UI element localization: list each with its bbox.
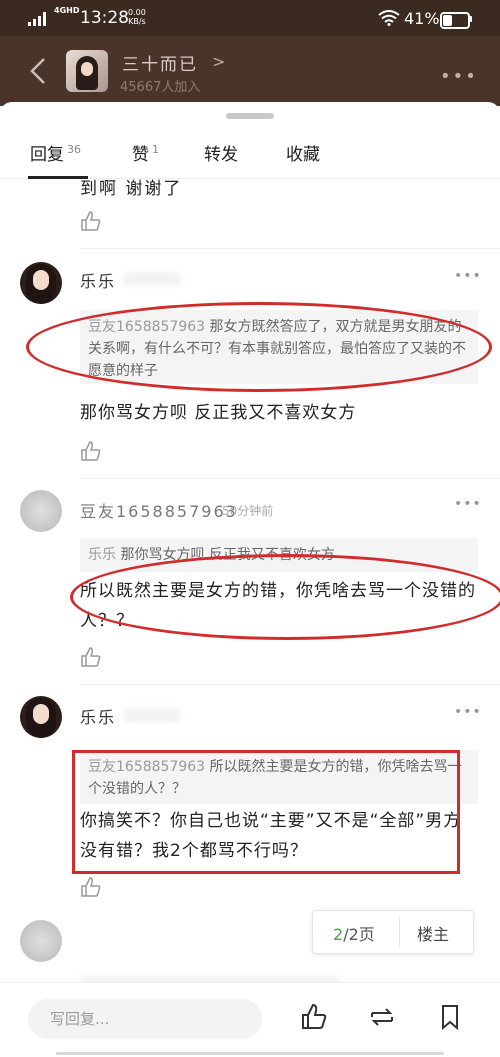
bookmark-icon[interactable] (436, 1003, 464, 1031)
tab-likes[interactable]: 赞1 (132, 140, 159, 165)
more-icon[interactable]: ••• (454, 268, 482, 284)
highlight-ellipse (70, 554, 500, 640)
like-icon[interactable] (80, 440, 102, 462)
highlight-ellipse (26, 302, 492, 392)
more-icon[interactable]: ••• (454, 704, 482, 720)
network-type: 4GHD (54, 6, 80, 15)
battery-percent: 41% (404, 9, 440, 28)
net-speed: 0.00 KB/s (128, 8, 146, 26)
like-icon[interactable] (80, 210, 102, 232)
tab-replies[interactable]: 回复 36 (30, 140, 81, 165)
tab-favorites[interactable]: 收藏 (286, 140, 320, 165)
group-avatar[interactable] (66, 50, 108, 92)
comment-username[interactable]: 乐乐 (80, 268, 116, 292)
status-bar: 4GHD 13:28 0.00 KB/s 41% (0, 0, 500, 36)
avatar[interactable] (20, 262, 62, 304)
more-icon[interactable]: ••• (454, 496, 482, 512)
chevron-right-icon[interactable]: > (212, 52, 225, 71)
signal-icon (28, 12, 46, 26)
owner-only-button[interactable]: 楼主 (417, 921, 449, 945)
home-indicator (56, 1052, 444, 1055)
comment-username[interactable]: 豆友1658857963 (80, 498, 238, 522)
page-indicator[interactable]: 2/2页 (333, 921, 375, 945)
group-name[interactable]: 三十而已 (122, 50, 198, 75)
comment-username[interactable]: 乐乐 (80, 704, 116, 728)
active-tab-indicator (28, 176, 88, 179)
drag-handle[interactable] (226, 113, 274, 119)
like-icon[interactable] (300, 1003, 328, 1031)
comments-sheet: 回复 36 赞1 转发 收藏 到啊 谢谢了 乐乐 ••• 豆友1658857963… (0, 102, 500, 1056)
repost-icon[interactable] (368, 1003, 396, 1031)
comment-time: 50分钟前 (222, 504, 274, 518)
avatar[interactable] (20, 696, 62, 738)
highlight-box (72, 750, 460, 874)
like-icon[interactable] (80, 646, 102, 668)
more-icon[interactable]: ••• (440, 66, 478, 87)
avatar[interactable] (20, 920, 62, 962)
tab-bar: 回复 36 赞1 转发 收藏 (0, 128, 500, 179)
wifi-icon (378, 10, 400, 26)
reply-bar: 写回复... (0, 982, 500, 1057)
battery-icon (440, 12, 470, 29)
back-icon[interactable] (26, 56, 52, 86)
comment-text: 那你骂女方呗 反正我又不喜欢女方 (80, 403, 357, 423)
previous-comment-text: 到啊 谢谢了 (80, 179, 183, 199)
group-header: 三十而已 > 45667人加入 ••• (0, 36, 500, 106)
like-icon[interactable] (80, 876, 102, 898)
page-navigator: 2/2页 楼主 (312, 910, 474, 954)
reply-input[interactable]: 写回复... (28, 999, 262, 1039)
clock: 13:28 (80, 8, 129, 28)
tab-reposts[interactable]: 转发 (204, 140, 238, 165)
avatar[interactable] (20, 490, 62, 532)
member-count: 45667人加入 (120, 80, 201, 95)
